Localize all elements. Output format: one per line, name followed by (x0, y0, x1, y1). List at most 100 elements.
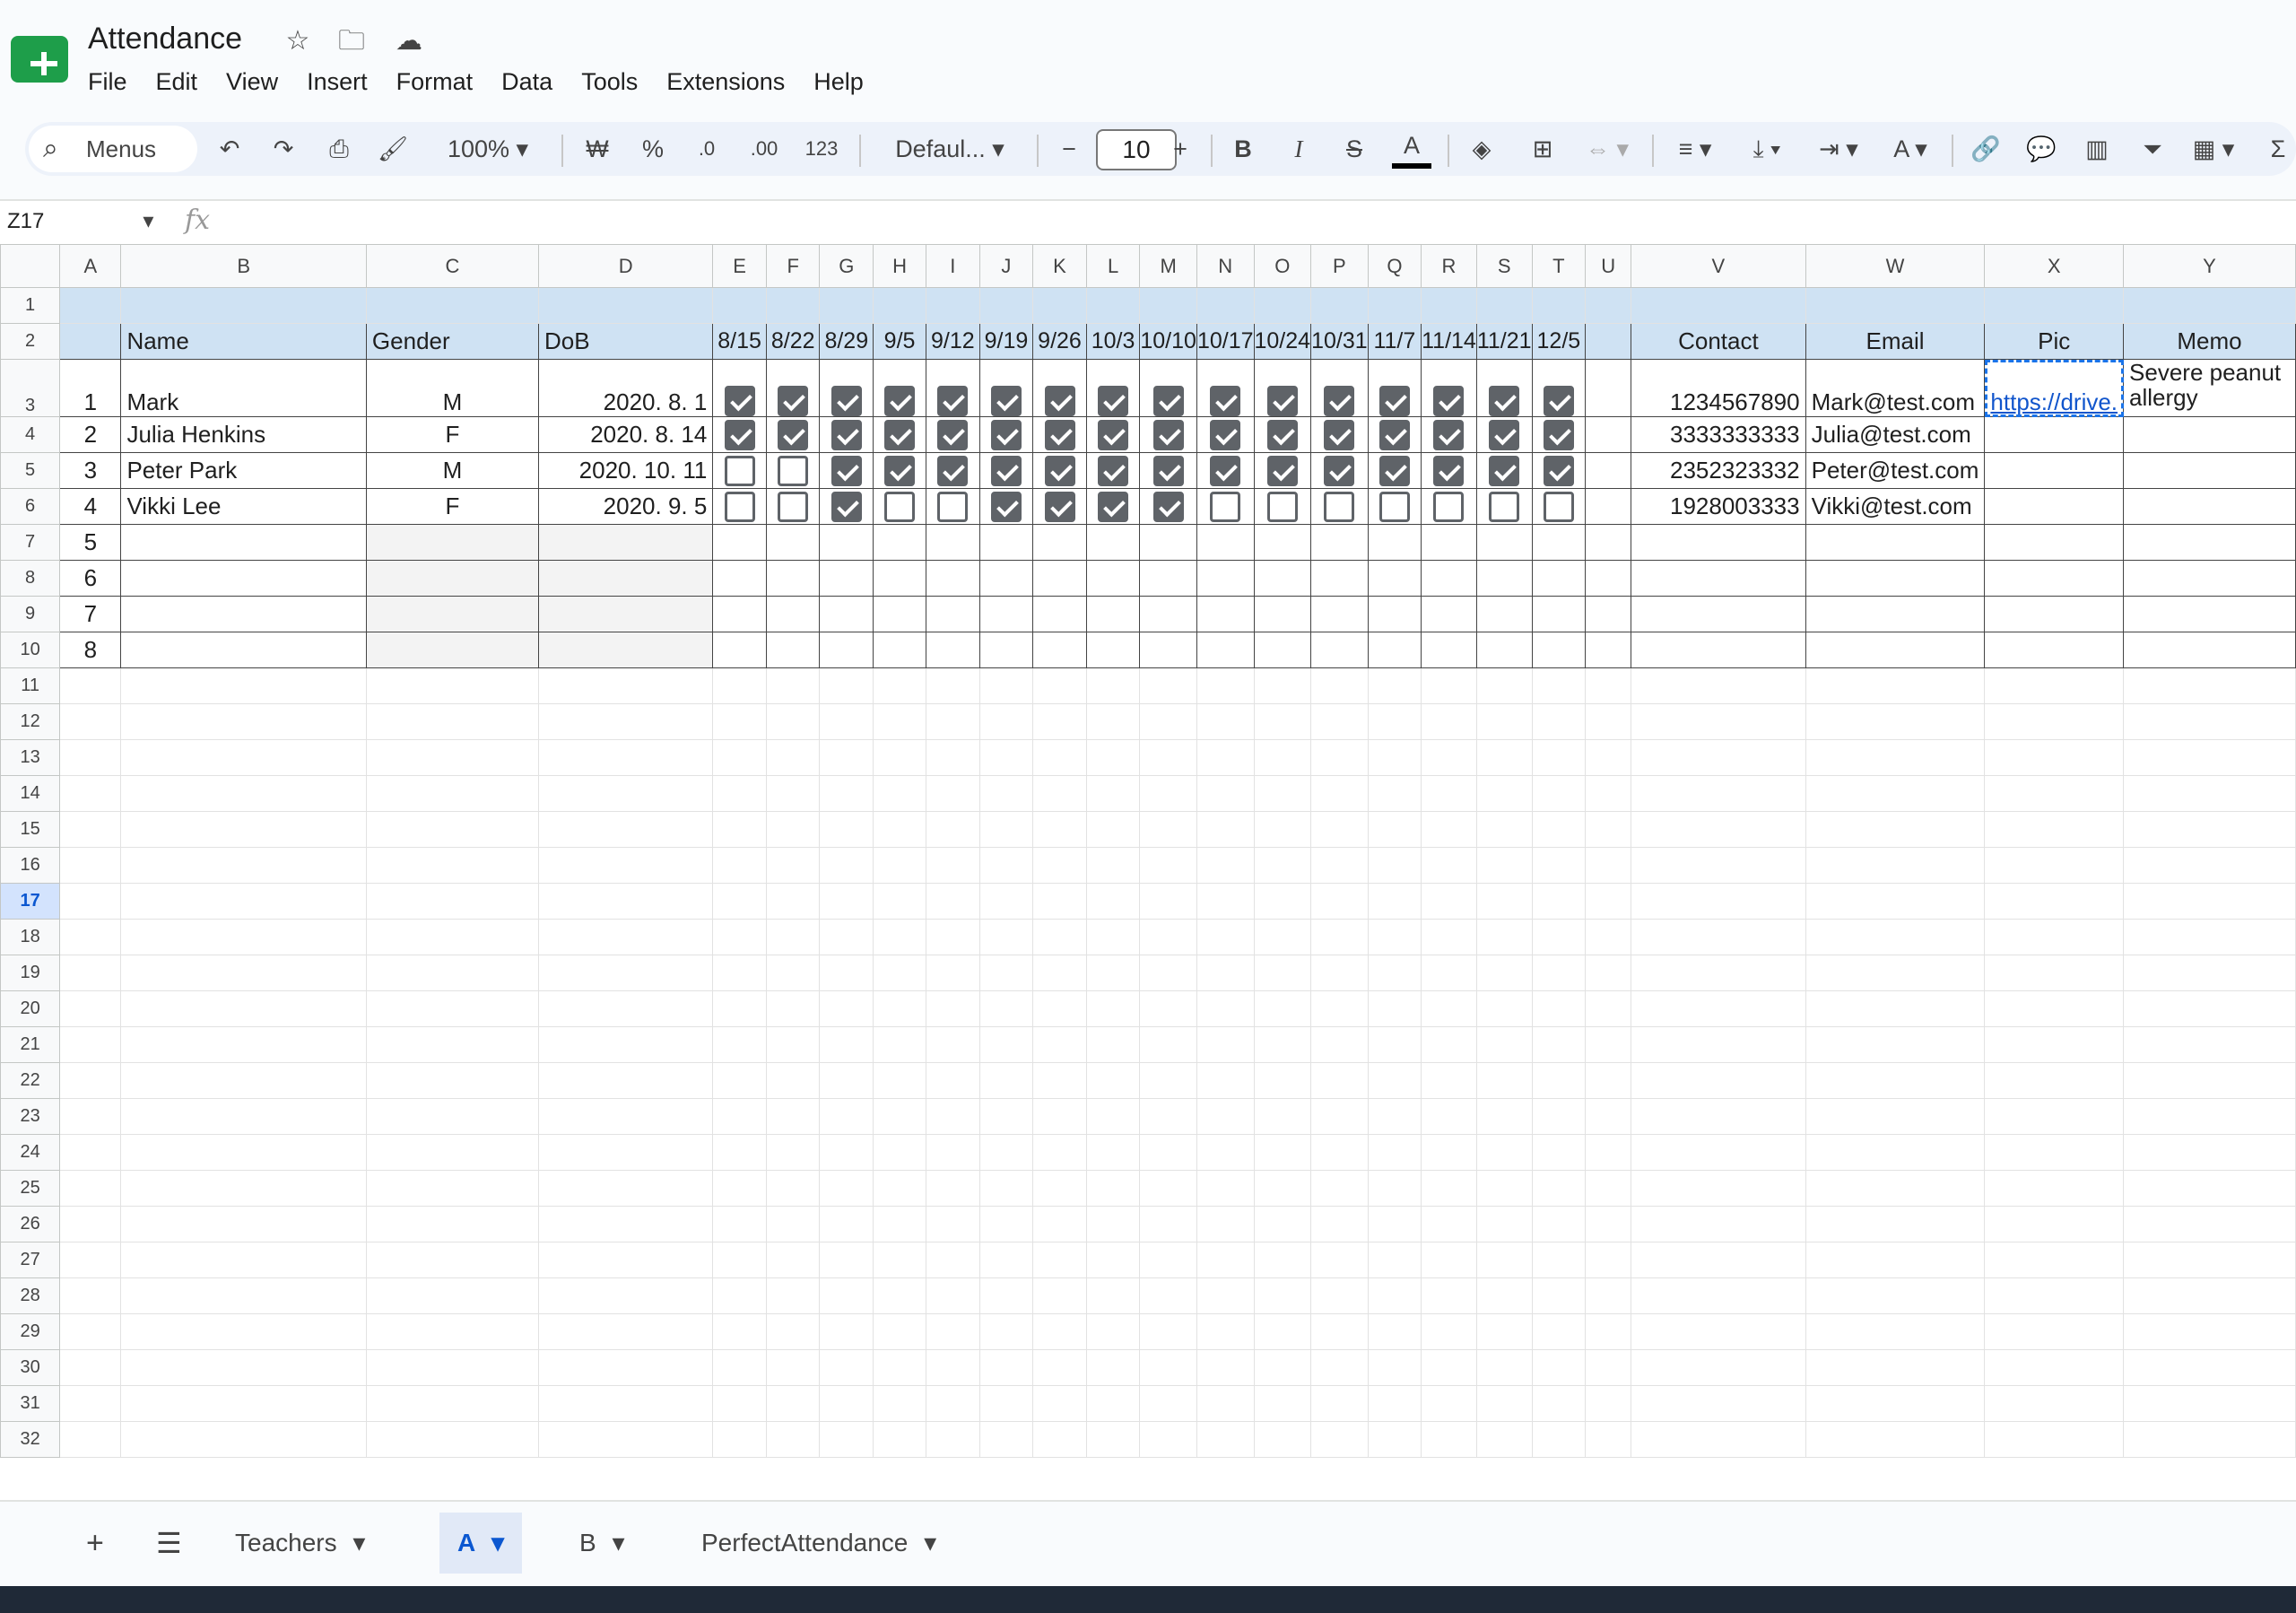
student-gender[interactable]: F (365, 488, 539, 525)
cell[interactable] (1631, 775, 1806, 812)
cell[interactable] (1310, 1385, 1369, 1422)
sheet-tab-teachers[interactable]: Teachers ▾ (217, 1513, 383, 1574)
cell[interactable] (1475, 1098, 1533, 1135)
cell[interactable] (712, 739, 767, 776)
cell[interactable] (1805, 703, 1986, 740)
cell[interactable] (873, 955, 927, 991)
cell[interactable] (2123, 955, 2296, 991)
currency-button[interactable]: ₩ (581, 122, 613, 176)
cell[interactable] (1421, 1098, 1477, 1135)
cell[interactable] (2123, 667, 2296, 704)
cell[interactable] (120, 1098, 367, 1135)
cell[interactable] (1253, 1421, 1312, 1458)
cell[interactable] (765, 990, 821, 1027)
cell[interactable] (1310, 287, 1369, 324)
cell[interactable] (1367, 919, 1422, 955)
attendance-cell[interactable] (1310, 452, 1369, 489)
cell[interactable] (59, 1170, 122, 1207)
cell[interactable] (1805, 667, 1986, 704)
cell[interactable] (1585, 1421, 1632, 1458)
cell[interactable] (1310, 1098, 1369, 1135)
cell[interactable] (1631, 739, 1806, 776)
attendance-cell[interactable] (1253, 488, 1312, 525)
attendance-cell[interactable] (1196, 452, 1255, 489)
cell[interactable] (926, 739, 980, 776)
student-contact[interactable]: 1928003333 (1631, 488, 1806, 525)
cell[interactable] (2123, 1277, 2296, 1314)
cell[interactable] (1253, 1098, 1312, 1135)
cell[interactable] (1475, 1385, 1533, 1422)
cell[interactable] (1367, 1277, 1422, 1314)
cell[interactable] (978, 1170, 1034, 1207)
cell[interactable] (1310, 847, 1369, 884)
cell[interactable] (1421, 955, 1477, 991)
cell[interactable] (365, 847, 539, 884)
checkbox-unchecked[interactable] (1210, 491, 1241, 522)
cell[interactable] (1196, 739, 1255, 776)
checkbox-checked[interactable] (1324, 419, 1355, 450)
cell[interactable] (1032, 739, 1087, 776)
cell[interactable] (819, 739, 874, 776)
cell[interactable] (873, 1206, 927, 1242)
cell[interactable] (765, 1349, 821, 1386)
cell[interactable] (819, 811, 874, 848)
cell[interactable] (2123, 775, 2296, 812)
cell[interactable] (1631, 1170, 1806, 1207)
cell[interactable] (1196, 1134, 1255, 1171)
cell[interactable] (1253, 667, 1312, 704)
row-header[interactable]: 14 (0, 775, 61, 812)
percent-button[interactable]: % (637, 122, 669, 176)
cell[interactable] (712, 1134, 767, 1171)
undo-icon[interactable]: ↶ (212, 122, 248, 176)
cell[interactable] (978, 919, 1034, 955)
cell[interactable] (537, 847, 714, 884)
cell[interactable] (120, 1170, 367, 1207)
header-date[interactable]: 9/12 (926, 323, 980, 360)
row-header[interactable]: 11 (0, 667, 61, 704)
cell[interactable] (1984, 775, 2125, 812)
student-pic[interactable] (1984, 488, 2125, 525)
cell[interactable] (712, 883, 767, 920)
cell[interactable] (978, 1206, 1034, 1242)
cell[interactable] (1585, 1170, 1632, 1207)
strikethrough-button[interactable]: S (1336, 122, 1372, 176)
cell[interactable] (978, 1242, 1034, 1278)
cell[interactable] (712, 811, 767, 848)
checkbox-checked[interactable] (1266, 455, 1298, 486)
cell[interactable] (1421, 811, 1477, 848)
cell[interactable] (1585, 1134, 1632, 1171)
cell[interactable] (365, 1313, 539, 1350)
cell[interactable] (1421, 883, 1477, 920)
cell[interactable] (1367, 596, 1422, 632)
cell[interactable] (1253, 560, 1312, 597)
cell[interactable] (365, 919, 539, 955)
pic-link[interactable]: https://drive. (1990, 388, 2118, 415)
cell[interactable] (1585, 452, 1632, 489)
header-date[interactable]: 8/29 (819, 323, 874, 360)
cell[interactable] (1310, 990, 1369, 1027)
cell[interactable] (765, 739, 821, 776)
cell[interactable] (926, 1170, 980, 1207)
cell[interactable] (1139, 847, 1197, 884)
cell[interactable] (59, 1421, 122, 1458)
cell[interactable] (120, 739, 367, 776)
cell[interactable] (1085, 847, 1141, 884)
cell[interactable] (59, 1277, 122, 1314)
student-gender[interactable]: F (365, 416, 539, 453)
attendance-cell[interactable] (765, 359, 821, 417)
spreadsheet-grid[interactable]: A B C D E F G H I J K L M N O P Q R S T U V W X Y 1 2 Name Gender DoB… (0, 244, 2296, 1500)
attendance-cell[interactable] (926, 488, 980, 525)
attendance-cell[interactable] (873, 416, 927, 453)
doc-title[interactable]: Attendance (88, 22, 242, 57)
cell[interactable] (926, 883, 980, 920)
cell[interactable] (120, 1385, 367, 1422)
cell[interactable] (2123, 632, 2296, 668)
cell[interactable] (1984, 667, 2125, 704)
menu-format[interactable]: Format (396, 65, 474, 99)
cell[interactable] (2123, 596, 2296, 632)
cell[interactable] (1367, 1026, 1422, 1063)
cell[interactable] (365, 1385, 539, 1422)
cell[interactable] (1631, 287, 1806, 324)
attendance-cell[interactable] (1139, 488, 1197, 525)
cell[interactable] (1631, 1349, 1806, 1386)
